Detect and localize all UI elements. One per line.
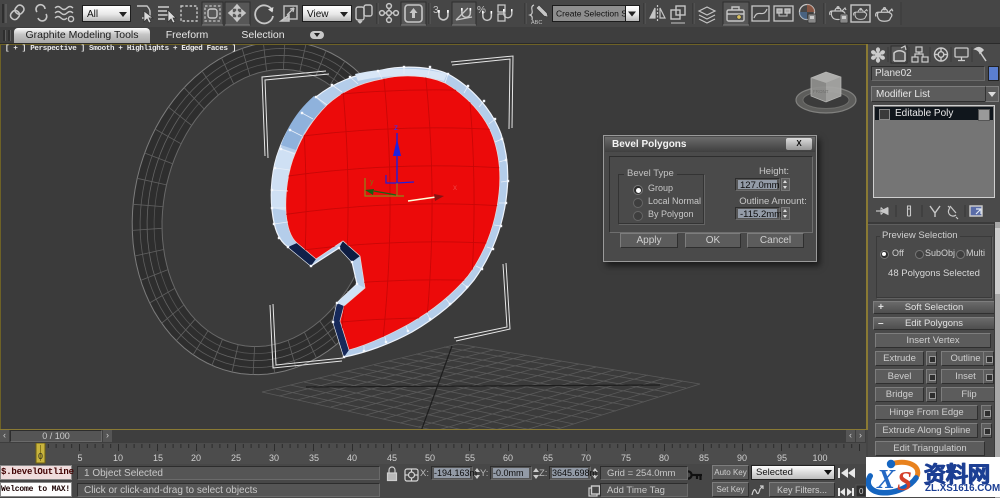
svg-text:View: View [307,9,329,20]
svg-text:35: 35 [309,453,319,463]
svg-text:%: % [477,5,486,16]
svg-text:0: 0 [38,451,43,461]
svg-text:0: 0 [859,487,864,496]
svg-text:50: 50 [425,453,435,463]
svg-text:60: 60 [503,453,513,463]
svg-text:85: 85 [699,453,709,463]
svg-text:100: 100 [812,453,827,463]
svg-text:90: 90 [737,453,747,463]
svg-text:FRONT: FRONT [813,89,829,94]
svg-text:X: X [876,464,896,494]
svg-text:30: 30 [269,453,279,463]
svg-text:Create Selection Se: Create Selection Se [556,9,632,19]
svg-text:ABC: ABC [531,20,542,26]
svg-text:55: 55 [465,453,475,463]
svg-text:S: S [897,466,912,496]
svg-text:95: 95 [777,453,787,463]
svg-text:40: 40 [347,453,357,463]
svg-text:y: y [370,179,374,186]
svg-text:15: 15 [153,453,163,463]
svg-text:z: z [394,123,398,132]
svg-text:45: 45 [387,453,397,463]
svg-text:25: 25 [231,453,241,463]
svg-text:5: 5 [77,453,82,463]
svg-text:80: 80 [659,453,669,463]
svg-text:x: x [453,183,457,192]
svg-text:20: 20 [191,453,201,463]
svg-text:All: All [87,9,98,20]
svg-text:75: 75 [621,453,631,463]
svg-text:65: 65 [543,453,553,463]
svg-text:70: 70 [581,453,591,463]
svg-text:10: 10 [113,453,123,463]
